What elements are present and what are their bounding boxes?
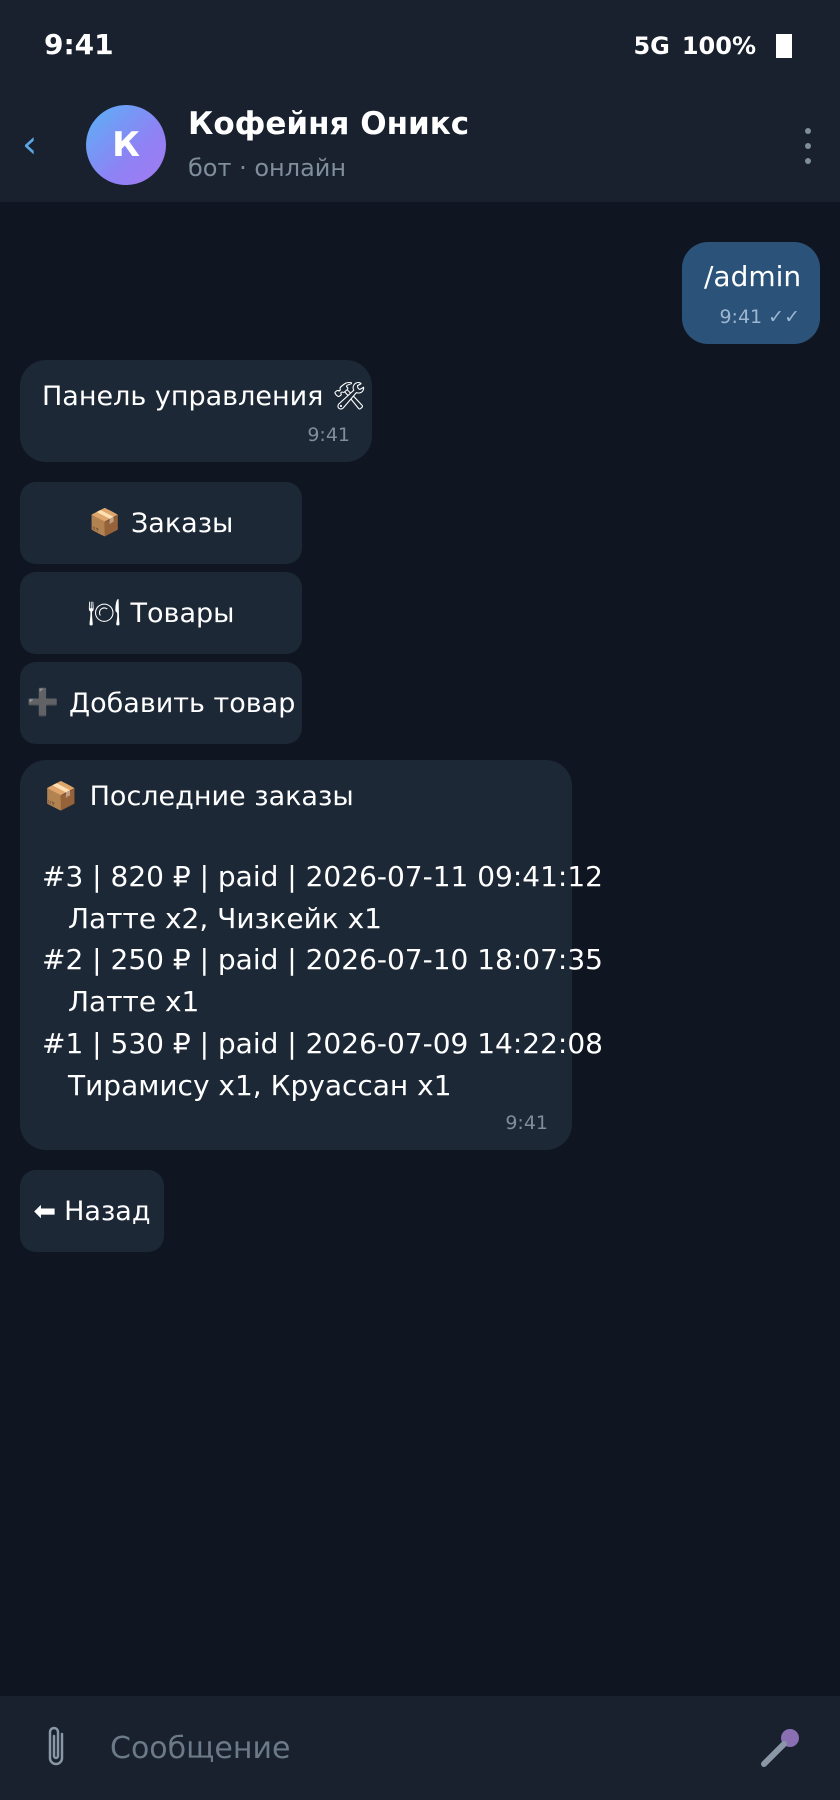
order-items: Тирамису x1, Круассан x1 — [68, 1069, 452, 1102]
products-button[interactable]: 🍽 Товары — [20, 572, 302, 654]
button-label: Товары — [130, 597, 235, 629]
battery-percent: 100% — [681, 32, 756, 60]
message-input[interactable] — [110, 1722, 730, 1774]
orders-heading-text: Последние заказы — [89, 780, 354, 812]
incoming-message-panel[interactable]: Панель управления 🛠 9:41 — [20, 360, 372, 462]
chat-title[interactable]: Кофейня Оникс — [188, 106, 469, 142]
back-arrow-icon[interactable]: ‹ — [22, 125, 44, 163]
left-arrow-icon: ⬅ — [33, 1195, 57, 1227]
order-items: Латте x1 — [68, 985, 200, 1018]
package-icon: 📦 — [88, 508, 121, 538]
chat-header: ‹ К Кофейня Оникс бот · онлайн — [0, 92, 840, 202]
outgoing-message[interactable]: /admin 9:41 ✓✓ — [682, 242, 820, 344]
status-bar: 9:41 5G 100% — [0, 0, 840, 92]
message-text: Панель управления 🛠 — [42, 381, 367, 412]
add-product-button[interactable]: ➕ Добавить товар — [20, 662, 302, 744]
avatar[interactable]: К — [86, 105, 166, 185]
order-line: #3 | 820 ₽ | paid | 2026-07-11 09:41:12 — [42, 860, 603, 893]
message-time: 9:41 ✓✓ — [719, 306, 800, 328]
orders-message[interactable]: 📦 Последние заказы #3 | 820 ₽ | paid | 2… — [20, 760, 603, 1150]
network-indicator: 5G — [633, 32, 670, 60]
paperclip-icon[interactable] — [42, 1724, 72, 1770]
plus-icon: ➕ — [26, 688, 60, 718]
message-time: 9:41 — [307, 424, 350, 446]
chat-subtitle: бот · онлайн — [188, 154, 347, 182]
package-icon: 📦 — [44, 781, 78, 812]
order-line: #2 | 250 ₽ | paid | 2026-07-10 18:07:35 — [42, 943, 603, 976]
orders-button[interactable]: 📦 Заказы — [20, 482, 302, 564]
message-time: 9:41 — [505, 1112, 548, 1134]
battery-icon — [776, 34, 792, 58]
plate-cutlery-icon: 🍽 — [87, 598, 121, 628]
button-label: Назад — [64, 1195, 151, 1227]
back-button[interactable]: ⬅ Назад — [20, 1170, 164, 1252]
input-bar — [0, 1696, 840, 1800]
orders-heading: 📦 Последние заказы — [44, 780, 354, 813]
microphone-icon[interactable] — [756, 1724, 804, 1772]
more-vertical-icon[interactable] — [804, 128, 812, 164]
button-label: Добавить товар — [69, 687, 296, 719]
order-items: Латте x2, Чизкейк x1 — [68, 902, 382, 935]
status-time: 9:41 — [44, 28, 114, 61]
order-line: #1 | 530 ₽ | paid | 2026-07-09 14:22:08 — [42, 1027, 603, 1060]
button-label: Заказы — [130, 507, 234, 539]
status-indicators: 5G 100% — [633, 32, 792, 60]
message-text: /admin — [704, 260, 802, 293]
